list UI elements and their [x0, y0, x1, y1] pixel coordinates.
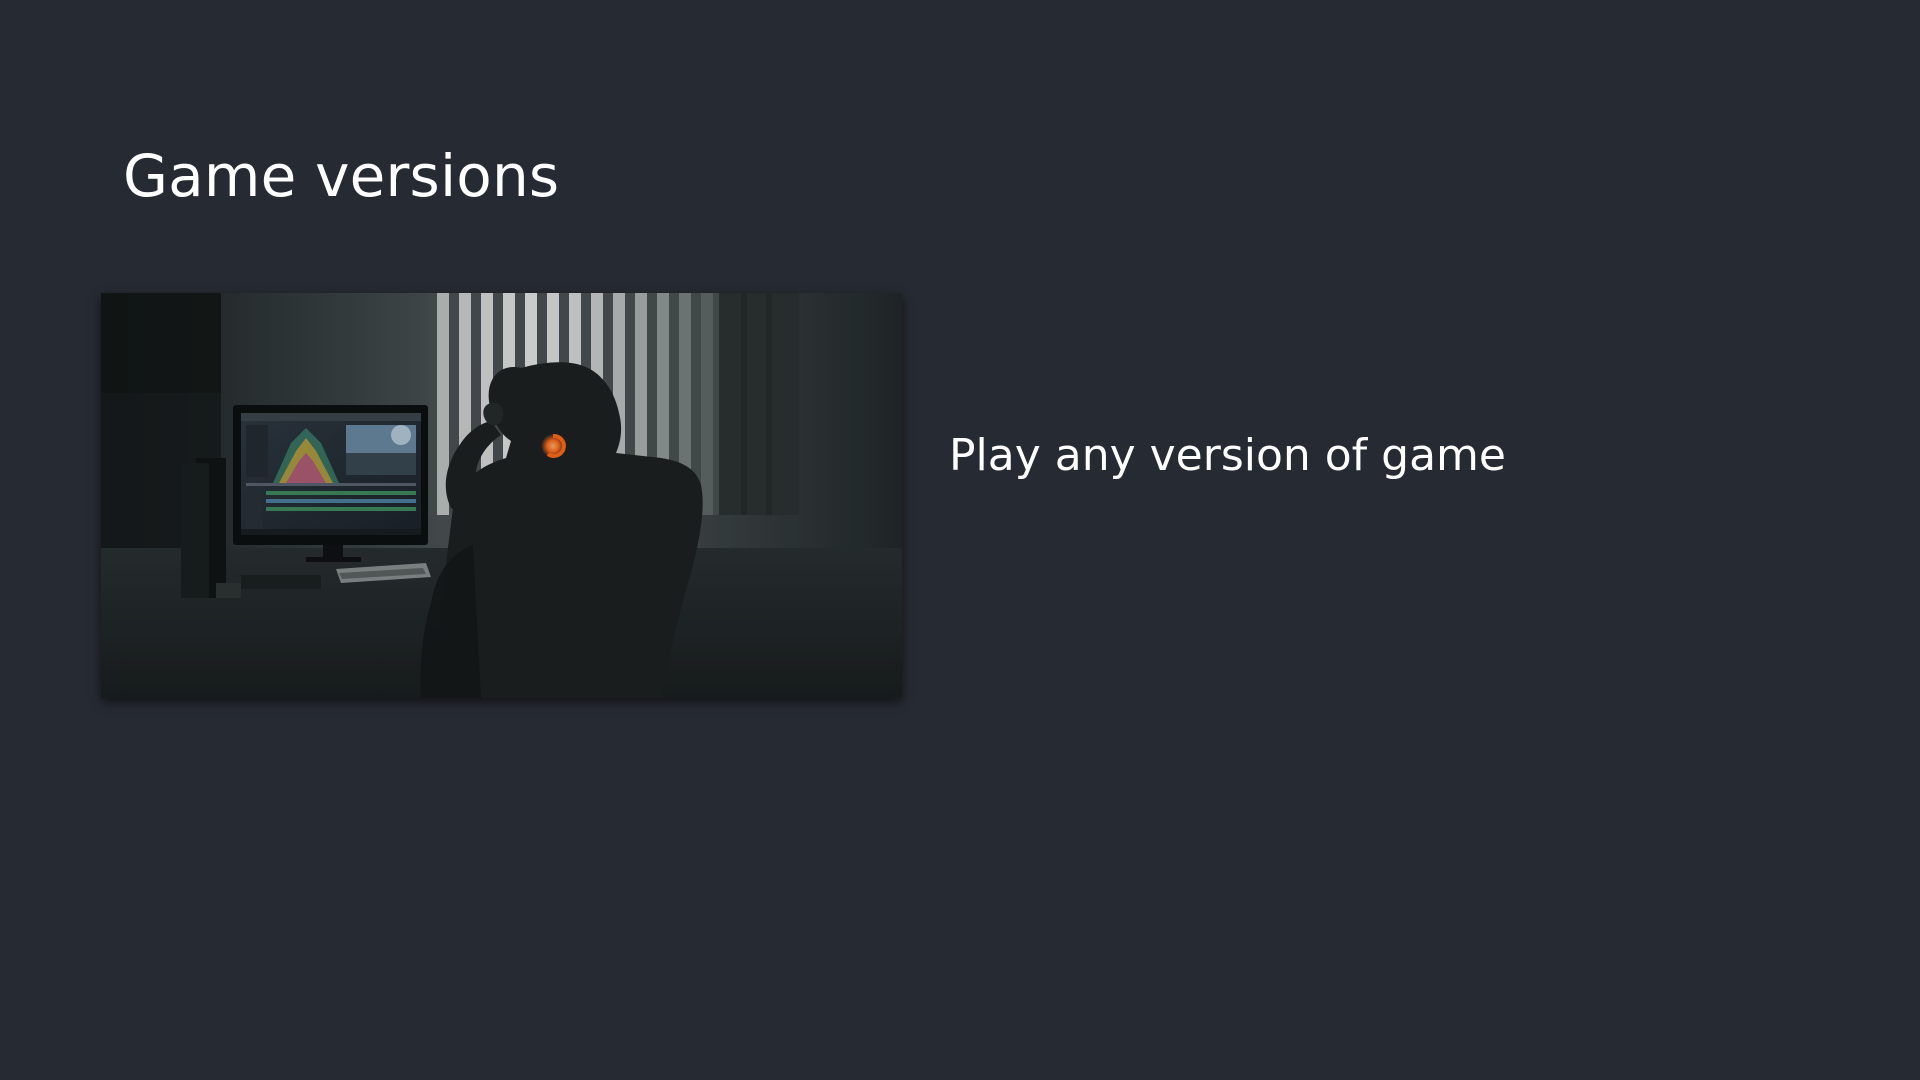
- page: Game versions Play any version of game: [0, 0, 1920, 1080]
- silhouette-at-computer-photo-icon: [101, 293, 902, 698]
- feature-image: [101, 293, 902, 698]
- feature-row: Play any version of game: [101, 293, 1801, 698]
- page-title: Game versions: [123, 142, 560, 210]
- feature-description: Play any version of game: [949, 430, 1506, 481]
